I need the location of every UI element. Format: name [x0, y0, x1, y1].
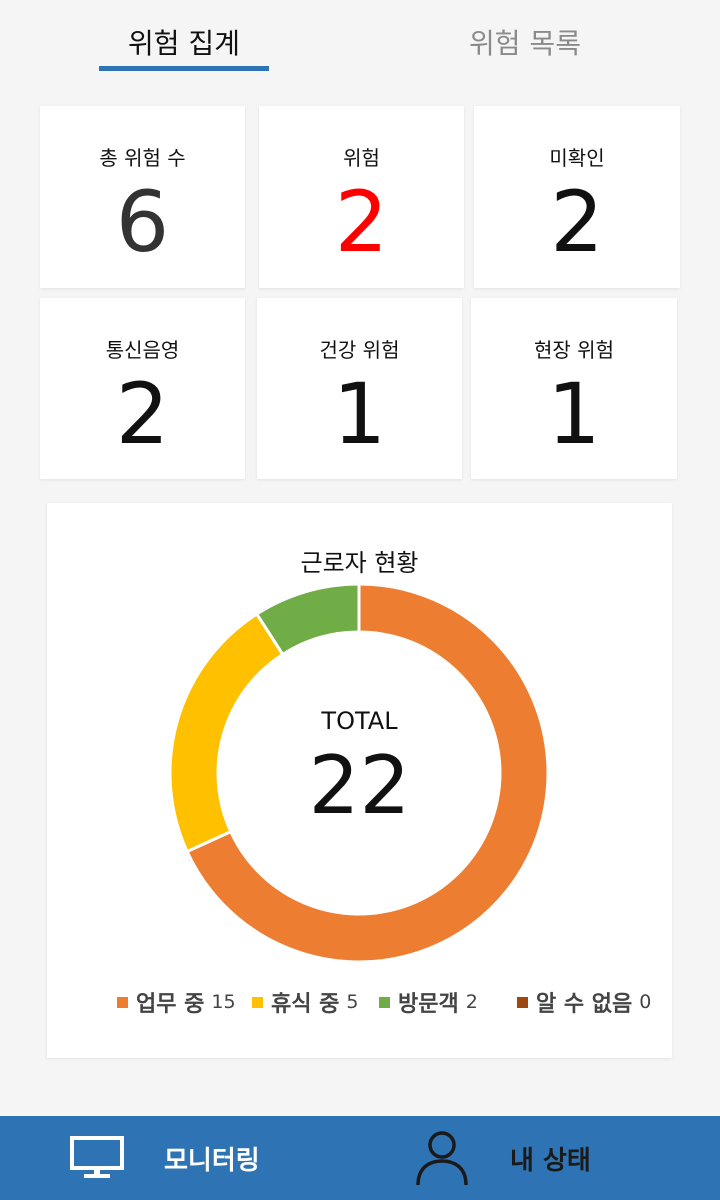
- person-icon: [416, 1131, 468, 1186]
- legend-value: 5: [346, 991, 359, 1013]
- card-value: 2: [550, 173, 604, 271]
- legend-label: 업무 중: [136, 992, 205, 1017]
- tab-risk-summary[interactable]: 위험 집계: [99, 22, 269, 62]
- legend-swatch: [517, 996, 528, 1008]
- card-risk[interactable]: 위험 2: [259, 106, 464, 288]
- legend-label: 휴식 중: [271, 992, 340, 1017]
- legend-label: 알 수 없음: [536, 992, 633, 1017]
- card-value: 2: [115, 365, 170, 463]
- total-value: 22: [308, 739, 411, 832]
- nav-my-status[interactable]: 내 상태: [414, 1116, 591, 1200]
- card-value: 2: [334, 173, 389, 271]
- legend-value: 2: [465, 991, 478, 1013]
- legend-value: 0: [639, 991, 652, 1013]
- card-site-risk[interactable]: 현장 위험 1: [471, 298, 677, 479]
- nav-monitoring-label: 모니터링: [164, 1145, 260, 1176]
- card-label: 현장 위험: [534, 338, 614, 362]
- card-label: 건강 위험: [319, 338, 400, 362]
- legend-item-visitor: 방문객 2: [379, 985, 478, 1019]
- card-health-risk[interactable]: 건강 위험 1: [257, 298, 462, 479]
- legend-label: 방문객: [398, 992, 459, 1017]
- nav-monitoring[interactable]: 모니터링: [70, 1116, 260, 1200]
- legend-item-unknown: 알 수 없음 0: [517, 985, 651, 1019]
- card-value: 6: [115, 173, 170, 271]
- card-value: 1: [332, 365, 387, 463]
- card-label: 위험: [343, 146, 380, 170]
- tab-risk-list[interactable]: 위험 목록: [440, 22, 610, 62]
- legend-item-working: 업무 중 15: [117, 985, 236, 1019]
- worker-status-card: 근로자 현황 TOTAL 22 업무 중 15 휴식 중 5 방문객 2 알 수…: [47, 503, 672, 1058]
- legend-swatch: [252, 996, 263, 1008]
- legend-swatch: [379, 996, 390, 1008]
- nav-my-status-label: 내 상태: [510, 1145, 591, 1176]
- card-value: 1: [547, 365, 601, 463]
- legend-swatch: [117, 996, 128, 1008]
- chart-title: 근로자 현황: [300, 549, 419, 577]
- active-tab-indicator: [99, 66, 269, 71]
- card-label: 총 위험 수: [99, 146, 186, 170]
- legend-item-resting: 휴식 중 5: [252, 985, 358, 1019]
- card-total-risks[interactable]: 총 위험 수 6: [40, 106, 245, 288]
- card-label: 통신음영: [105, 338, 180, 362]
- total-label: TOTAL: [321, 707, 398, 735]
- card-signal-shadow[interactable]: 통신음영 2: [40, 298, 245, 479]
- card-unconfirmed[interactable]: 미확인 2: [474, 106, 680, 288]
- legend-value: 15: [211, 991, 236, 1013]
- monitor-icon: [70, 1136, 124, 1178]
- top-tabs: 위험 집계 위험 목록: [0, 0, 720, 78]
- card-label: 미확인: [549, 146, 605, 170]
- bottom-navigation: 모니터링 내 상태: [0, 1116, 720, 1200]
- chart-legend: 업무 중 15 휴식 중 5 방문객 2 알 수 없음 0: [117, 985, 657, 1019]
